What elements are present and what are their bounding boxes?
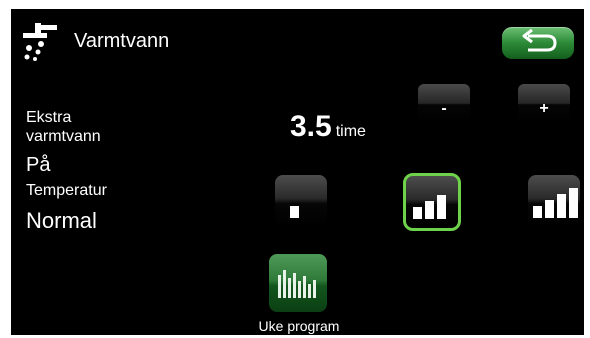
back-button[interactable] xyxy=(502,27,574,59)
tap-water-icon xyxy=(21,21,59,63)
temperature-level-high-icon xyxy=(533,188,578,218)
temperature-level-normal-icon xyxy=(413,195,446,219)
week-program-button[interactable] xyxy=(269,254,327,312)
hot-water-screen: Varmtvann Ekstra varmtvann På 3.5 time - … xyxy=(11,9,584,335)
back-arrow-icon xyxy=(522,28,557,52)
increase-duration-button[interactable]: + xyxy=(518,84,570,124)
plus-icon: + xyxy=(539,100,549,117)
temperature-value: Normal xyxy=(26,208,97,233)
temperature-normal-button[interactable] xyxy=(403,173,461,231)
extra-hot-water-label: Ekstra varmtvann xyxy=(26,109,101,145)
temperature-low-button[interactable] xyxy=(275,175,327,227)
decrease-duration-button[interactable]: - xyxy=(418,84,470,124)
extra-hot-water-state: På xyxy=(26,154,51,176)
duration-unit: time xyxy=(335,123,366,140)
minus-icon: - xyxy=(441,100,447,117)
temperature-level-low-icon xyxy=(290,206,299,218)
week-program-bars-icon xyxy=(278,270,316,298)
duration-display: 3.5 time xyxy=(290,110,366,144)
temperature-high-button[interactable] xyxy=(528,175,580,227)
week-program-label: Uke program xyxy=(258,318,340,334)
temperature-label: Temperatur xyxy=(26,182,107,199)
page-title: Varmtvann xyxy=(74,30,170,52)
duration-value: 3.5 xyxy=(290,110,332,143)
